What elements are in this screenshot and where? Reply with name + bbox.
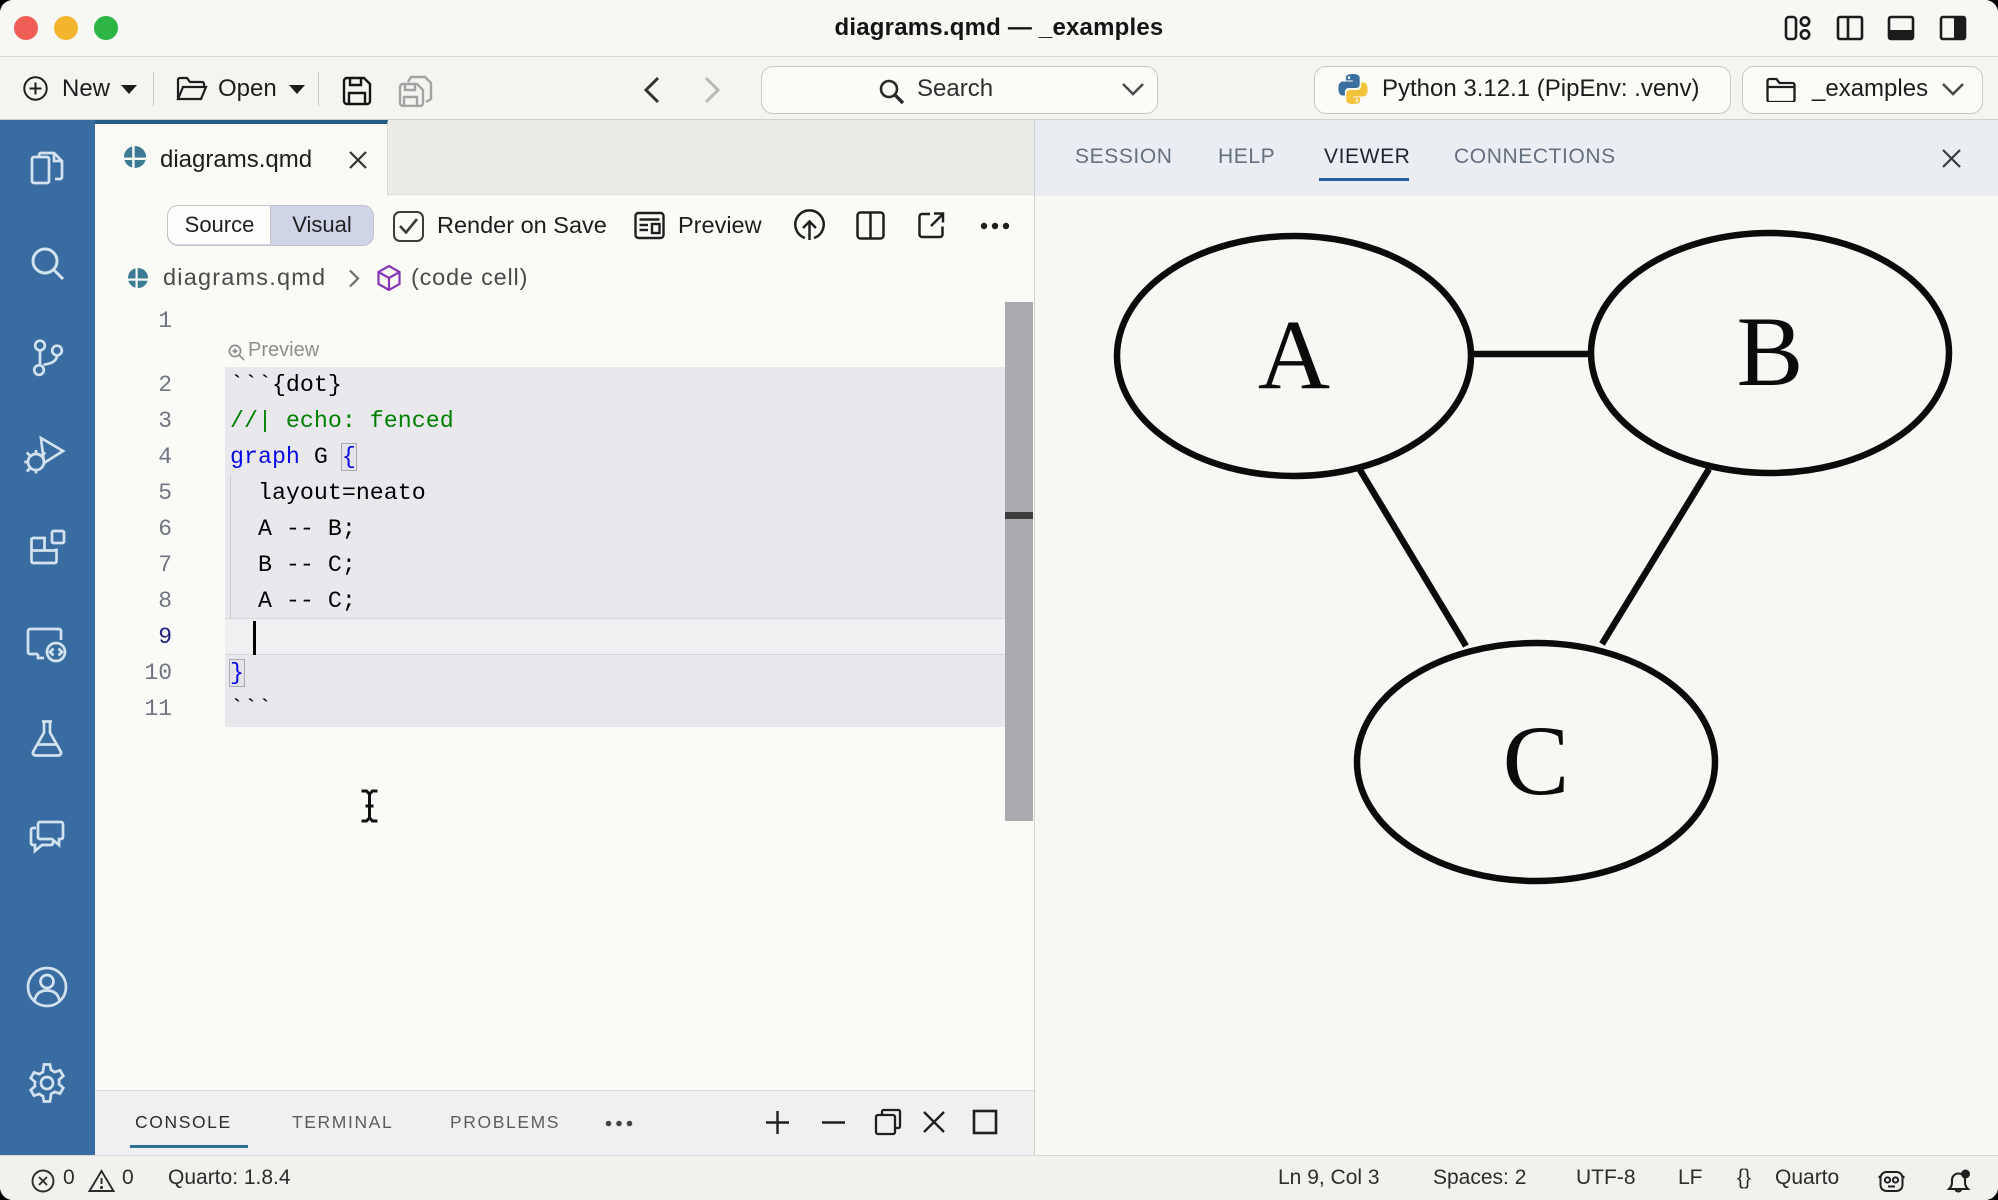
svg-text:A: A (1258, 299, 1330, 410)
svg-text:B: B (1737, 296, 1804, 407)
svg-text:C: C (1503, 705, 1570, 816)
